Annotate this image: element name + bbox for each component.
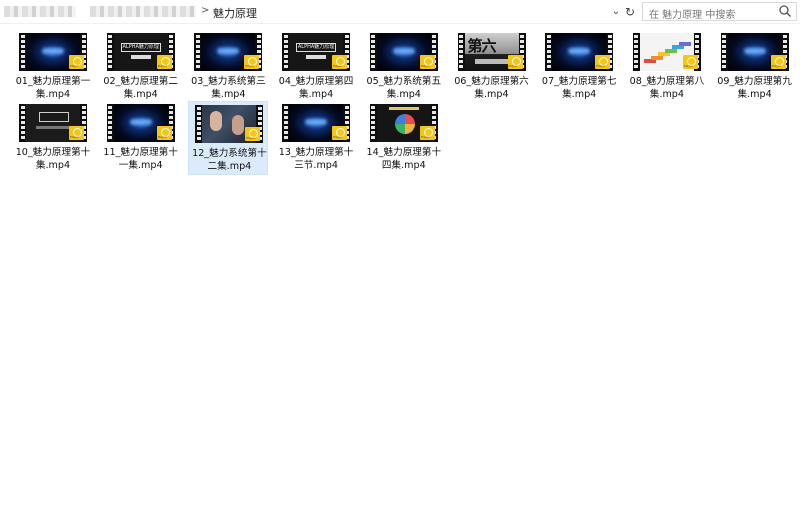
player-badge-icon [69,55,84,69]
film-strip [369,104,377,142]
search-box[interactable] [642,2,797,24]
player-badge-icon [595,55,611,69]
video-thumbnail: ALPHA魅力原理 [282,33,351,71]
refresh-icon[interactable]: ↻ [622,3,638,21]
film-strip [106,104,114,142]
file-name: 01_魅力原理第一集.mp4 [15,76,91,100]
blurred-path-segment [4,6,76,17]
video-thumbnail [369,33,438,71]
video-thumbnail: ALPHA魅力原理 [106,33,175,71]
file-name: 13_魅力原理第十三节.mp4 [278,147,354,171]
film-strip [19,33,26,71]
video-thumbnail [545,33,614,71]
video-thumbnail [720,33,789,71]
file-item[interactable]: ALPHA魅力原理 02_魅力原理第二集.mp4 [101,30,181,104]
film-strip [720,33,728,71]
player-badge-icon [419,126,435,140]
file-name: 12_魅力系统第十二集.mp4 [192,148,267,172]
film-strip [545,33,553,71]
file-item[interactable]: 07_魅力原理第七集.mp4 [539,30,619,104]
file-item[interactable]: 13_魅力原理第十三节.mp4 [276,101,356,175]
file-item[interactable]: 10_魅力原理第十集.mp4 [13,101,93,175]
film-strip [632,33,640,71]
thumbnail-title: ALPHA魅力原理 [120,43,161,52]
thumbnail-title: 第六 [467,37,497,55]
file-item[interactable]: 11_魅力原理第十一集.mp4 [101,101,181,175]
player-badge-icon [156,55,172,69]
film-strip [106,33,114,71]
file-name: 06_魅力原理第六集.mp4 [454,76,529,100]
thumbnail-title: ALPHA魅力原理 [296,43,337,52]
video-thumbnail [632,33,701,71]
player-badge-icon [332,126,348,140]
film-strip [194,33,202,71]
file-name: 02_魅力原理第二集.mp4 [103,76,178,100]
player-badge-icon [69,126,84,140]
search-icon[interactable] [778,4,792,18]
file-name: 05_魅力系统第五集.mp4 [366,76,442,100]
file-item[interactable]: 14_魅力原理第十四集.mp4 [364,101,444,175]
film-strip [457,33,465,71]
file-name: 04_魅力原理第四集.mp4 [278,76,354,100]
file-name: 08_魅力原理第八集.mp4 [629,76,705,100]
file-name: 10_魅力原理第十集.mp4 [15,147,91,171]
player-badge-icon [245,127,261,141]
address-bar[interactable]: > 魅力原理 ⌄ ↻ [0,0,800,24]
file-item[interactable]: 08_魅力原理第八集.mp4 [627,30,707,104]
file-item[interactable]: 03_魅力系统第三集.mp4 [188,30,268,104]
film-strip [282,104,290,142]
player-badge-icon [419,55,435,69]
video-thumbnail [369,104,438,142]
video-thumbnail [19,33,87,71]
breadcrumb-current-folder[interactable]: 魅力原理 [213,5,257,21]
file-item[interactable]: ALPHA魅力原理 04_魅力原理第四集.mp4 [276,30,356,104]
player-badge-icon [156,126,172,140]
player-badge-icon [770,55,786,69]
file-item[interactable]: 05_魅力系统第五集.mp4 [364,30,444,104]
video-thumbnail [195,105,264,143]
film-strip [282,33,290,71]
file-item[interactable]: 12_魅力系统第十二集.mp4 [188,101,269,175]
file-name: 11_魅力原理第十一集.mp4 [103,147,178,171]
video-thumbnail [106,104,175,142]
film-strip [19,104,26,142]
film-strip [369,33,377,71]
file-item[interactable]: 第六 06_魅力原理第六集.mp4 [452,30,532,104]
file-name: 14_魅力原理第十四集.mp4 [366,147,442,171]
player-badge-icon [332,55,348,69]
search-input[interactable] [643,7,773,24]
file-name: 09_魅力原理第九集.mp4 [717,76,792,100]
file-name: 07_魅力原理第七集.mp4 [541,76,617,100]
video-thumbnail [282,104,351,142]
blurred-path-segment [90,6,196,17]
breadcrumb-separator: > [201,5,210,16]
player-badge-icon [507,55,523,69]
player-badge-icon [244,55,260,69]
file-item[interactable]: 09_魅力原理第九集.mp4 [715,30,795,104]
video-thumbnail [194,33,263,71]
video-thumbnail: 第六 [457,33,526,71]
view-toggle-buttons[interactable] [772,500,798,506]
file-item[interactable]: 01_魅力原理第一集.mp4 [13,30,93,104]
file-name: 03_魅力系统第三集.mp4 [191,76,266,100]
video-thumbnail [19,104,87,142]
film-strip [195,105,203,143]
player-badge-icon [682,55,698,69]
